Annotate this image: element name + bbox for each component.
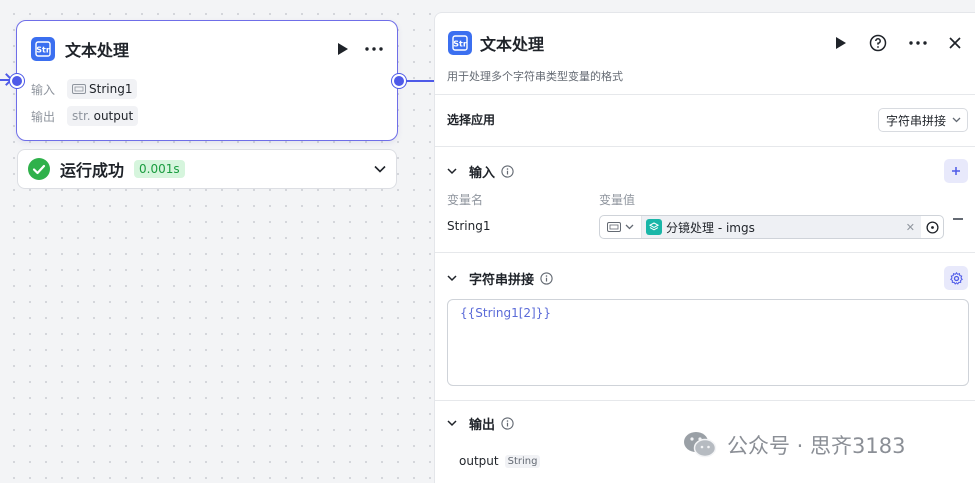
- input-section-header[interactable]: 输入: [447, 161, 514, 181]
- wechat-icon: [684, 432, 717, 458]
- column-var-value: 变量值: [599, 193, 636, 207]
- panel-header: Str 文本处理: [448, 31, 961, 55]
- collapse-chevron-icon[interactable]: [447, 274, 457, 282]
- str-icon: Str: [31, 37, 55, 61]
- divider: [435, 94, 975, 95]
- node-config-panel: Str 文本处理 用于处理多个字符串类型变量的格式 选择应用 字符串拼接 输入: [434, 12, 975, 483]
- str-icon: Str: [448, 31, 472, 55]
- apply-select[interactable]: 字符串拼接: [877, 108, 968, 132]
- node-input-row: 输入 String1: [31, 79, 138, 99]
- text-process-node[interactable]: Str 文本处理 输入 String1 输出 str. output: [16, 20, 398, 141]
- help-icon[interactable]: [869, 34, 887, 52]
- info-icon: [540, 271, 553, 285]
- concat-template-textarea[interactable]: {{String1[2]}}: [447, 299, 969, 386]
- variable-value-field[interactable]: 分镜处理 - imgs ✕: [599, 215, 944, 239]
- panel-title: 文本处理: [480, 35, 545, 54]
- more-icon[interactable]: [365, 47, 383, 51]
- output-chip: str. output: [67, 106, 139, 126]
- concat-section-title: 字符串拼接: [469, 272, 535, 288]
- node-header: Str 文本处理: [31, 37, 383, 61]
- input-chip-label: String1: [89, 82, 133, 96]
- outgoing-edge: [405, 80, 435, 82]
- output-label: 输出: [31, 109, 56, 124]
- remove-variable-button[interactable]: [953, 218, 963, 220]
- run-status-bar[interactable]: 运行成功 0.001s: [17, 149, 397, 189]
- variable-type-select[interactable]: [600, 216, 642, 238]
- concat-settings-button[interactable]: [944, 266, 968, 290]
- panel-description: 用于处理多个字符串类型变量的格式: [447, 70, 623, 83]
- variable-reference-label: 分镜处理 - imgs: [666, 220, 755, 235]
- collapse-chevron-icon[interactable]: [447, 419, 457, 427]
- gear-icon: [949, 271, 963, 285]
- watermark: 公众号 · 思齐3183: [683, 428, 905, 462]
- input-label: 输入: [31, 82, 56, 97]
- run-icon[interactable]: [835, 36, 847, 50]
- variable-name: String1: [447, 219, 491, 233]
- more-icon[interactable]: [909, 41, 927, 45]
- close-icon[interactable]: [949, 37, 961, 49]
- array-string-icon: [607, 222, 621, 232]
- concat-template-text: {{String1[2]}}: [460, 306, 551, 320]
- output-type-prefix: str.: [72, 109, 91, 123]
- run-time-badge: 0.001s: [134, 160, 185, 178]
- svg-text:Str: Str: [36, 46, 50, 55]
- clear-icon[interactable]: ✕: [906, 221, 921, 234]
- output-section-header[interactable]: 输出: [447, 413, 514, 433]
- output-variable-name: output: [459, 454, 499, 468]
- apply-select-value: 字符串拼接: [885, 113, 946, 128]
- chevron-down-icon: [625, 224, 634, 230]
- success-check-icon: [28, 158, 50, 180]
- output-port[interactable]: [392, 74, 406, 88]
- node-output-row: 输出 str. output: [31, 106, 139, 126]
- run-icon[interactable]: [337, 42, 349, 56]
- watermark-text: 公众号 · 思齐3183: [727, 434, 906, 458]
- concat-section-header[interactable]: 字符串拼接: [447, 268, 553, 288]
- target-icon[interactable]: [921, 220, 943, 234]
- collapse-chevron-icon[interactable]: [447, 167, 457, 175]
- input-chip: String1: [67, 79, 138, 99]
- info-icon: [501, 164, 514, 178]
- column-var-name: 变量名: [447, 193, 484, 207]
- input-section-title: 输入: [469, 165, 496, 181]
- status-text: 运行成功: [60, 161, 125, 180]
- output-type-badge: String: [504, 454, 541, 468]
- chevron-down-icon[interactable]: [374, 165, 386, 173]
- layers-icon: [646, 219, 662, 235]
- divider: [435, 146, 975, 147]
- output-variable-row: output String: [459, 454, 541, 468]
- divider: [435, 252, 975, 253]
- plus-icon: [952, 167, 960, 175]
- array-string-icon: [72, 84, 86, 94]
- svg-text:Str: Str: [453, 40, 467, 49]
- node-title: 文本处理: [65, 41, 130, 60]
- divider: [435, 400, 975, 401]
- output-chip-label: output: [93, 109, 134, 123]
- add-input-button[interactable]: [944, 159, 968, 183]
- info-icon: [501, 416, 514, 430]
- chevron-down-icon: [952, 117, 961, 123]
- input-port[interactable]: [10, 74, 24, 88]
- apply-label: 选择应用: [447, 113, 496, 127]
- output-section-title: 输出: [469, 417, 496, 433]
- variable-reference[interactable]: 分镜处理 - imgs ✕: [642, 216, 921, 238]
